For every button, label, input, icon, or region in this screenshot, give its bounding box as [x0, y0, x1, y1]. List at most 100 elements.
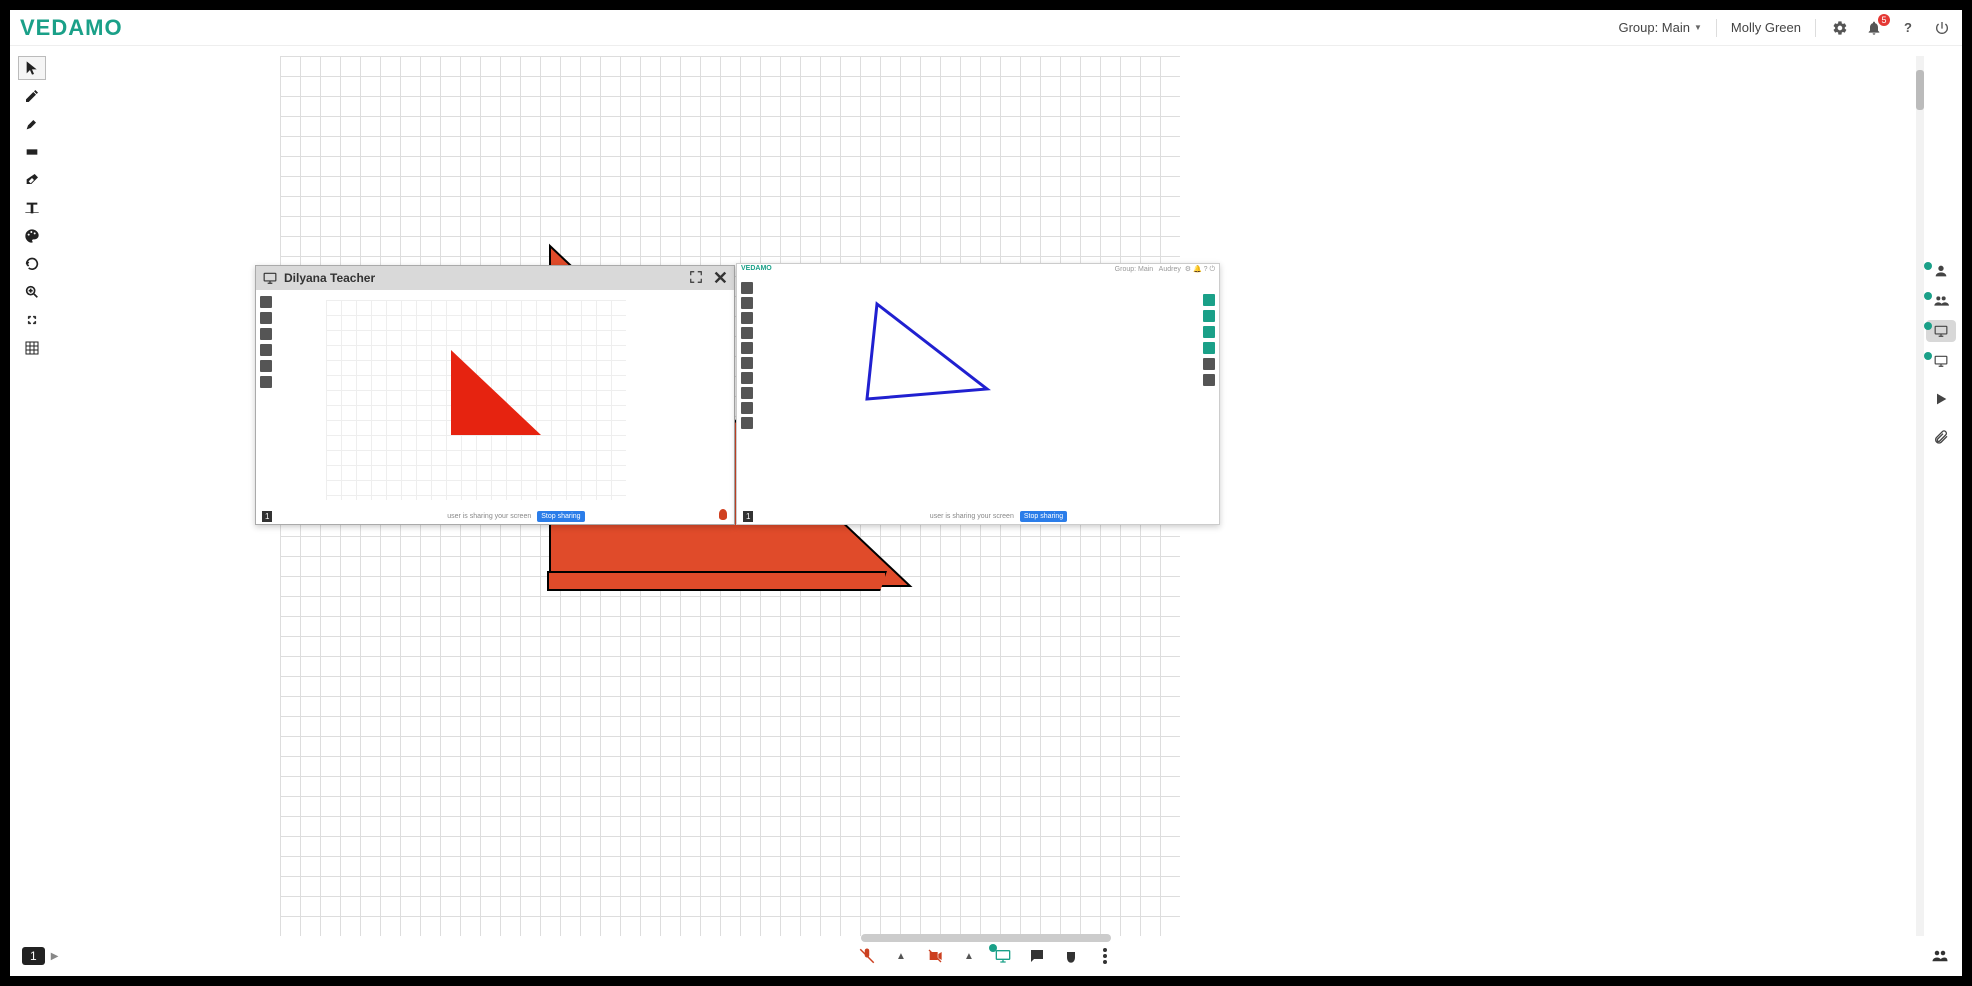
- mini-bottom-bar-2: user is sharing your screen Stop sharing: [930, 511, 1067, 522]
- bottom-bar: 1 ▶ ▲ ▲: [10, 942, 1962, 970]
- divider: [1716, 19, 1717, 37]
- more-icon[interactable]: [1095, 946, 1115, 966]
- screen-share-titlebar[interactable]: Dilyana Teacher ✕: [256, 266, 734, 290]
- status-dot-icon: [989, 944, 997, 952]
- mini-header: VEDAMO Group: Main Audrey ⚙ 🔔 ? ⏻: [737, 264, 1219, 278]
- secondary-content: VEDAMO Group: Main Audrey ⚙ 🔔 ? ⏻: [737, 264, 1219, 524]
- play-icon[interactable]: [1926, 388, 1956, 410]
- horizontal-scrollbar[interactable]: [861, 934, 1111, 942]
- bottom-right-controls: [1930, 946, 1950, 966]
- marker-tool[interactable]: [18, 112, 46, 136]
- mic-muted-icon[interactable]: [857, 946, 877, 966]
- eraser-tool[interactable]: [18, 168, 46, 192]
- chevron-up-icon[interactable]: ▲: [891, 946, 911, 966]
- screen-share-active-icon[interactable]: [993, 946, 1013, 966]
- chevron-down-icon: ▼: [1694, 23, 1702, 32]
- pen-tool[interactable]: [18, 84, 46, 108]
- mini-tool-icon: [741, 282, 753, 294]
- mini-tool-icon: [741, 297, 753, 309]
- chat-icon[interactable]: [1027, 946, 1047, 966]
- mini-user: Audrey: [1159, 266, 1181, 273]
- page-next-icon[interactable]: ▶: [51, 951, 59, 962]
- user-name[interactable]: Molly Green: [1731, 20, 1801, 35]
- mini-side-icon: [1203, 358, 1215, 370]
- mini-side-icon: [1203, 310, 1215, 322]
- mini-bottom-bar: user is sharing your screen Stop sharing: [447, 511, 584, 522]
- left-toolbar: [18, 56, 46, 360]
- color-tool[interactable]: [18, 224, 46, 248]
- screen-share-title: Dilyana Teacher: [284, 271, 375, 285]
- mini-tool-icon: [741, 312, 753, 324]
- fullscreen-icon[interactable]: [689, 270, 703, 287]
- fit-tool[interactable]: [18, 308, 46, 332]
- zoom-tool[interactable]: [18, 280, 46, 304]
- header-right: Group: Main ▼ Molly Green 5 ?: [1618, 18, 1952, 38]
- power-icon[interactable]: [1932, 18, 1952, 38]
- status-dot-icon: [1924, 352, 1932, 360]
- mini-tool-icon: [260, 344, 272, 356]
- screen-share-panel-icon[interactable]: [1926, 320, 1956, 342]
- page-indicator[interactable]: 1: [22, 947, 45, 965]
- raise-hand-icon[interactable]: [1061, 946, 1081, 966]
- status-dot-icon: [1924, 322, 1932, 330]
- participants-group-icon[interactable]: [1926, 260, 1956, 282]
- group-selector[interactable]: Group: Main ▼: [1618, 20, 1701, 35]
- close-icon[interactable]: ✕: [713, 268, 728, 289]
- secondary-whiteboard-window[interactable]: VEDAMO Group: Main Audrey ⚙ 🔔 ? ⏻: [736, 263, 1220, 525]
- mini-side-icon: [1203, 374, 1215, 386]
- screen-share-content: 1 user is sharing your screen Stop shari…: [256, 290, 734, 524]
- mini-logo: VEDAMO: [741, 265, 772, 277]
- mini-tool-icon: [741, 402, 753, 414]
- notifications-icon[interactable]: 5: [1864, 18, 1884, 38]
- settings-icon[interactable]: [1830, 18, 1850, 38]
- camera-off-icon[interactable]: [925, 946, 945, 966]
- mini-stop-sharing: Stop sharing: [537, 511, 584, 522]
- mini-tool-icon: [260, 328, 272, 340]
- mini-tool-icon: [260, 296, 272, 308]
- screen-share-icon[interactable]: [1926, 350, 1956, 372]
- mini-tool-icon: [260, 312, 272, 324]
- mini-sharing-text-2: user is sharing your screen: [930, 513, 1014, 520]
- mini-stop-sharing-2: Stop sharing: [1020, 511, 1067, 522]
- red-bar-shape[interactable]: [547, 571, 887, 591]
- mini-toolbar: [260, 296, 272, 388]
- mini-toolbar-2: [741, 282, 753, 429]
- undo-tool[interactable]: [18, 252, 46, 276]
- mini-tool-icon: [741, 357, 753, 369]
- monitor-icon: [262, 271, 278, 285]
- mini-tool-icon: [741, 387, 753, 399]
- vertical-scrollbar-thumb[interactable]: [1916, 70, 1924, 110]
- participants-bottom-icon[interactable]: [1930, 946, 1950, 966]
- help-icon[interactable]: ?: [1898, 18, 1918, 38]
- status-dot-icon: [1924, 292, 1932, 300]
- blue-triangle-shape: [857, 299, 997, 414]
- attachment-icon[interactable]: [1926, 426, 1956, 448]
- screen-share-window[interactable]: Dilyana Teacher ✕ 1 user is sharing your…: [255, 265, 735, 525]
- mini-red-triangle: [446, 345, 546, 445]
- text-tool[interactable]: [18, 196, 46, 220]
- mini-tool-icon: [741, 327, 753, 339]
- participants-icon[interactable]: [1926, 290, 1956, 312]
- mini-side-icon: [1203, 294, 1215, 306]
- raise-hand-icon: [716, 506, 730, 520]
- logo: VEDAMO: [20, 15, 123, 41]
- mini-side-icon: [1203, 326, 1215, 338]
- mini-tool-icon: [260, 376, 272, 388]
- mini-sidebar: [1203, 294, 1215, 386]
- header: VEDAMO Group: Main ▼ Molly Green 5 ?: [10, 10, 1962, 46]
- grid-tool[interactable]: [18, 336, 46, 360]
- mini-tool-icon: [741, 372, 753, 384]
- pointer-tool[interactable]: [18, 56, 46, 80]
- vertical-scrollbar-track[interactable]: [1916, 56, 1924, 936]
- mini-page-indicator-2: 1: [743, 511, 753, 522]
- mini-tool-icon: [741, 417, 753, 429]
- divider: [1815, 19, 1816, 37]
- mini-side-icon: [1203, 342, 1215, 354]
- shape-tool[interactable]: [18, 140, 46, 164]
- status-dot-icon: [1924, 262, 1932, 270]
- chevron-up-icon[interactable]: ▲: [959, 946, 979, 966]
- mini-tool-icon: [741, 342, 753, 354]
- bottom-center-controls: ▲ ▲: [857, 946, 1115, 966]
- right-sidebar: [1926, 260, 1956, 448]
- notification-badge: 5: [1878, 14, 1890, 26]
